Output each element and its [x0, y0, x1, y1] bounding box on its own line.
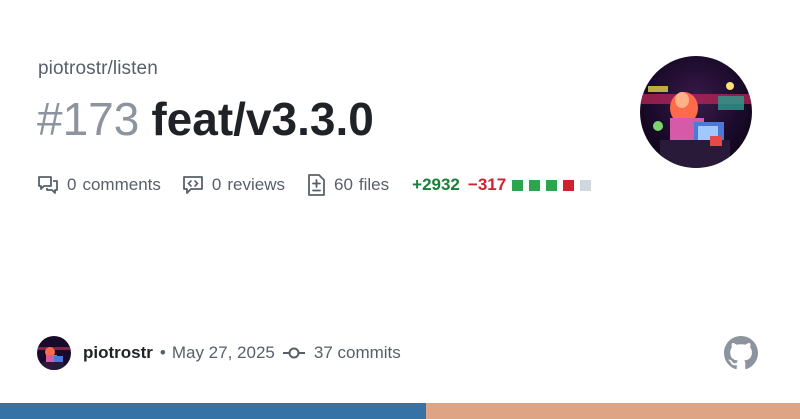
author-avatar-small[interactable] [37, 336, 71, 370]
avatar-photo [640, 56, 752, 168]
pr-stats: 0 comments 0 reviews 60 files +2932 −317 [37, 170, 597, 200]
separator-dot: • [159, 343, 166, 362]
language-bar-secondary [426, 403, 800, 419]
comments-count: 0 [67, 175, 77, 194]
diff-square-added [512, 179, 524, 191]
pr-branch-title: feat/v3.3.0 [151, 93, 374, 145]
reviews-count: 0 [211, 175, 222, 194]
pr-number: #173 [37, 93, 140, 145]
pr-date: May 27, 2025 [171, 343, 275, 362]
files-label: files [358, 175, 390, 194]
diff-square-neutral [580, 179, 592, 191]
additions-count: +2932 [412, 175, 460, 194]
repo-name[interactable]: piotrostr/listen [38, 58, 158, 80]
comment-discussion-icon [38, 176, 58, 194]
pr-title: #173 feat/v3.3.0 [37, 92, 374, 146]
git-commit-icon [282, 347, 305, 359]
commits-count[interactable]: 37 commits [314, 343, 401, 363]
deletions-count: −317 [467, 175, 507, 194]
language-bar-primary [0, 403, 426, 419]
file-diff-icon [308, 174, 325, 196]
pr-footer: piotrostr • May 27, 2025 37 commits [37, 336, 401, 370]
diff-squares [512, 179, 597, 191]
reviews-stat[interactable]: 0 reviews [182, 175, 285, 195]
author-avatar-large[interactable] [640, 56, 752, 168]
files-count: 60 [333, 175, 353, 194]
files-stat[interactable]: 60 files [306, 174, 389, 196]
diff-square-added [529, 179, 541, 191]
diff-square-added [546, 179, 558, 191]
diff-square-removed [563, 179, 575, 191]
comments-label: comments [82, 175, 161, 194]
code-review-icon [182, 176, 203, 194]
reviews-label: reviews [227, 175, 285, 194]
comments-stat[interactable]: 0 comments [37, 175, 161, 195]
author-name[interactable]: piotrostr [83, 343, 153, 363]
avatar-photo-small [37, 336, 71, 370]
github-mark-icon[interactable] [724, 336, 758, 370]
